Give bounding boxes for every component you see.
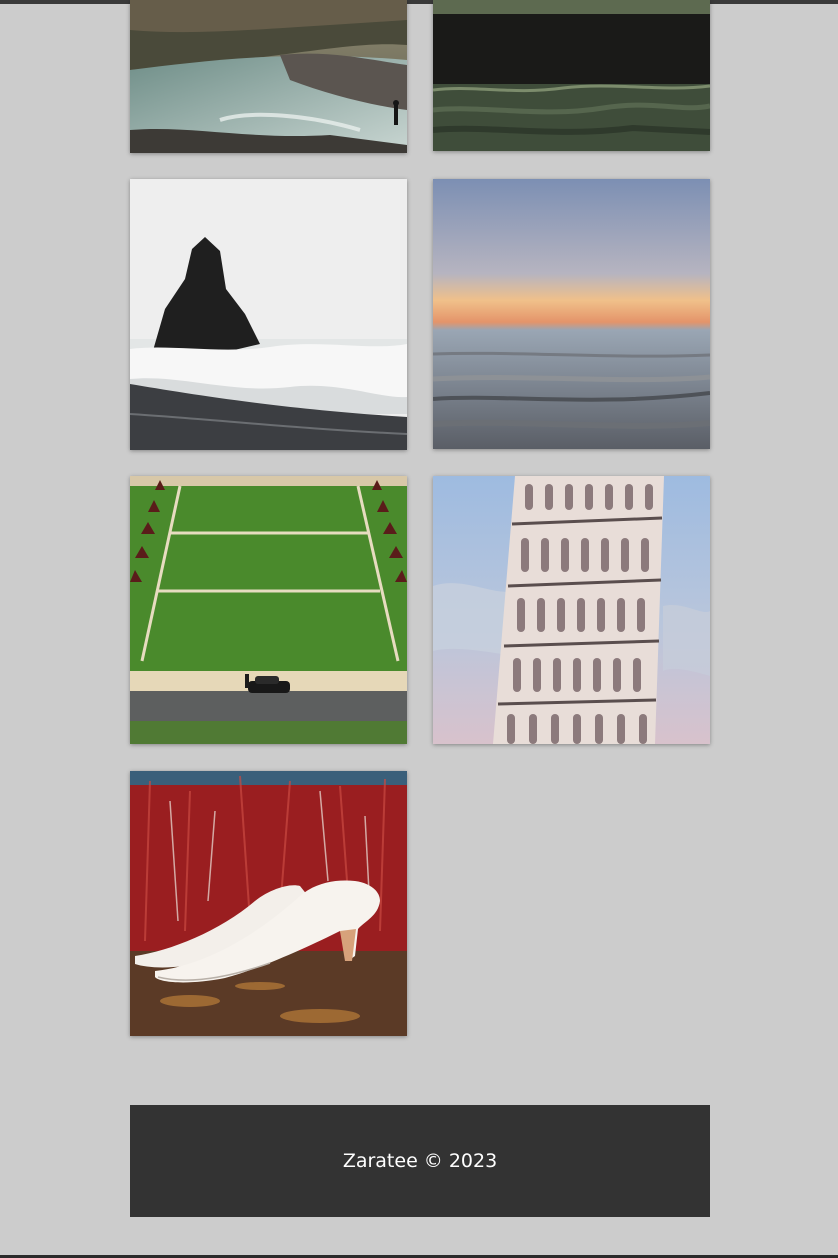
photo-tower-image [433, 476, 710, 744]
photo-heels-image [130, 771, 407, 1036]
photo-sunset-image [433, 179, 710, 449]
gallery-photo-lawn[interactable] [130, 476, 407, 744]
gallery-photo-sea-stack[interactable] [130, 179, 407, 450]
photo-lawn-image [130, 476, 407, 744]
gallery-photo-tower[interactable] [433, 476, 710, 744]
site-footer: Zaratee © 2023 [130, 1105, 710, 1217]
photo-gallery [0, 0, 838, 1060]
gallery-photo-sunset[interactable] [433, 179, 710, 449]
gallery-photo-river[interactable] [130, 0, 407, 153]
footer-copyright: Zaratee © 2023 [342, 1150, 498, 1172]
photo-sea-stack-image [130, 179, 407, 450]
gallery-photo-heels[interactable] [130, 771, 407, 1036]
photo-field-image [433, 0, 710, 151]
gallery-photo-field[interactable] [433, 0, 710, 151]
photo-river-image [130, 0, 407, 153]
